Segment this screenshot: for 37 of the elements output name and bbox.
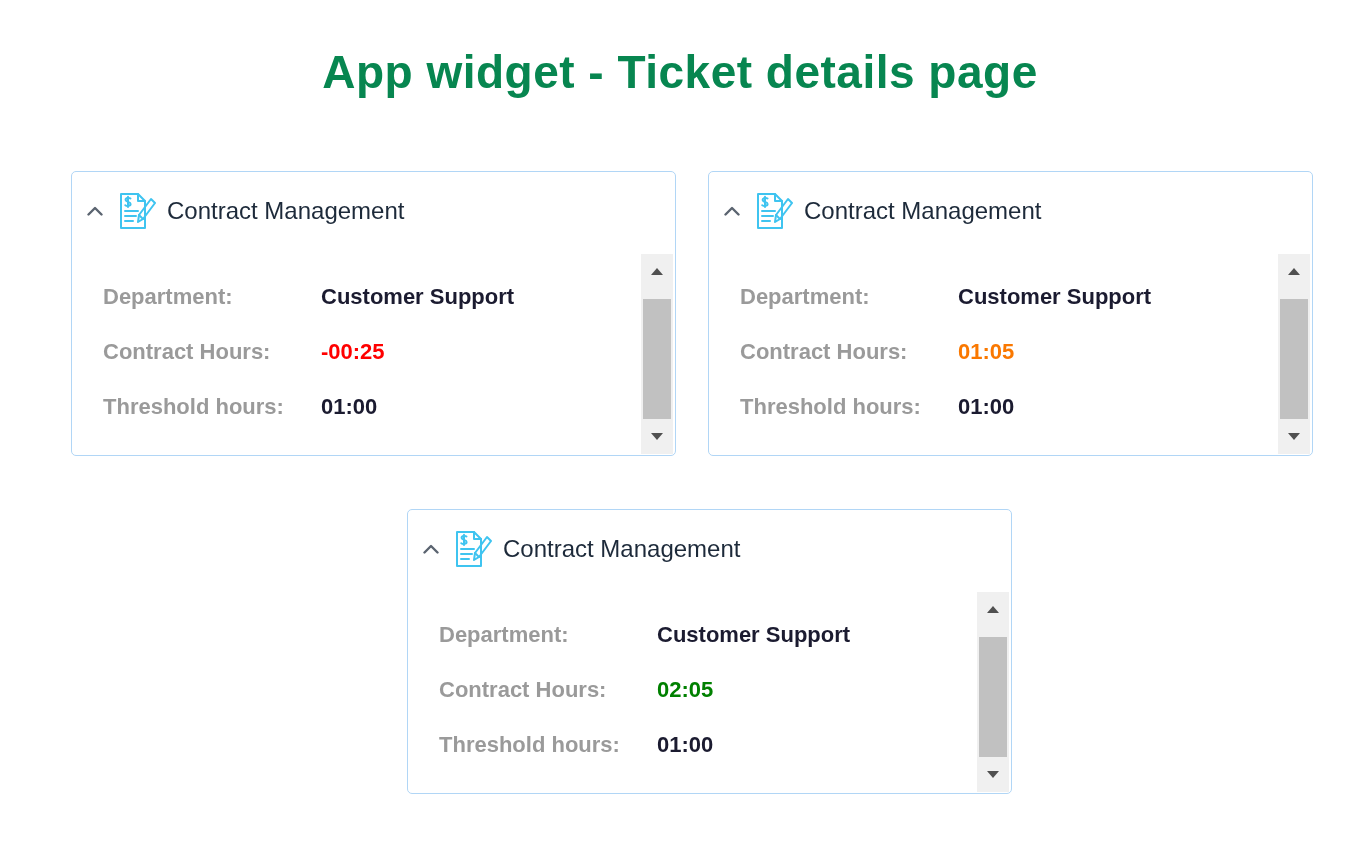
scroll-up-arrow-icon[interactable]	[1288, 268, 1300, 275]
scroll-up-arrow-icon[interactable]	[651, 268, 663, 275]
scrollbar-thumb[interactable]	[643, 299, 671, 419]
field-value: Customer Support	[958, 282, 1152, 311]
field-label: Threshold hours:	[740, 392, 922, 421]
document-pencil-icon	[118, 192, 156, 230]
page-title: App widget - Ticket details page	[322, 45, 1038, 100]
field-label: Contract Hours:	[439, 675, 608, 704]
field-value: -00:25	[321, 337, 385, 366]
field-label: Department:	[740, 282, 871, 311]
field-value: 02:05	[657, 675, 714, 704]
field-label: Department:	[439, 620, 570, 649]
caret-icon[interactable]	[87, 206, 103, 216]
scroll-down-arrow-icon[interactable]	[651, 433, 663, 440]
widget-title: Contract Management	[167, 196, 405, 226]
scroll-up-arrow-icon[interactable]	[987, 606, 999, 613]
field-label: Threshold hours:	[103, 392, 285, 421]
field-value: 01:00	[657, 730, 714, 759]
scroll-down-arrow-icon[interactable]	[987, 771, 999, 778]
field-value: 01:00	[958, 392, 1015, 421]
field-value: 01:05	[958, 337, 1015, 366]
caret-icon[interactable]	[724, 206, 740, 216]
widget-title: Contract Management	[503, 534, 741, 564]
field-label: Department:	[103, 282, 234, 311]
scrollbar-thumb[interactable]	[979, 637, 1007, 757]
field-value: Customer Support	[321, 282, 515, 311]
field-value: 01:00	[321, 392, 378, 421]
field-label: Threshold hours:	[439, 730, 621, 759]
caret-icon[interactable]	[423, 544, 439, 554]
widget-title: Contract Management	[804, 196, 1042, 226]
field-label: Contract Hours:	[740, 337, 909, 366]
document-pencil-icon	[755, 192, 793, 230]
field-value: Customer Support	[657, 620, 851, 649]
field-label: Contract Hours:	[103, 337, 272, 366]
document-pencil-icon	[454, 530, 492, 568]
scrollbar-thumb[interactable]	[1280, 299, 1308, 419]
scroll-down-arrow-icon[interactable]	[1288, 433, 1300, 440]
